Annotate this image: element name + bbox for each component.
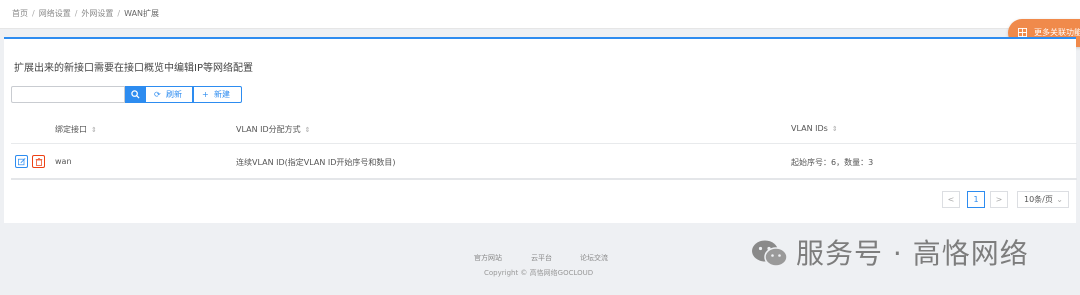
delete-button[interactable] (32, 155, 45, 168)
sort-icon[interactable]: ⇕ (91, 126, 97, 134)
column-header-mode[interactable]: VLAN ID分配方式 ⇕ (236, 124, 311, 135)
column-label: 绑定接口 (55, 125, 87, 134)
trash-icon (35, 158, 43, 166)
wechat-icon (752, 240, 788, 267)
vlan-table: 绑定接口 ⇕ VLAN ID分配方式 ⇕ VLAN IDs ⇕ wan 连续VL… (11, 115, 1077, 180)
table-header: 绑定接口 ⇕ VLAN ID分配方式 ⇕ VLAN IDs ⇕ (11, 115, 1077, 144)
column-header-interface[interactable]: 绑定接口 ⇕ (55, 124, 97, 135)
edit-button[interactable] (15, 155, 28, 168)
breadcrumb-current: WAN扩展 (124, 9, 160, 18)
column-label: VLAN IDs (791, 124, 828, 133)
footer-link-forum[interactable]: 论坛交流 (580, 253, 608, 263)
cell-interface: wan (55, 157, 72, 166)
table-row: wan 连续VLAN ID(指定VLAN ID开始序号和数目) 起始序号：6，数… (11, 144, 1077, 180)
breadcrumb-separator: / (74, 9, 78, 18)
search-input[interactable] (11, 86, 125, 103)
edit-icon (18, 158, 26, 166)
prev-page-button[interactable]: < (942, 191, 960, 208)
refresh-button[interactable]: ⟳ 刷新 (145, 86, 193, 103)
footer-link-official[interactable]: 官方网站 (474, 253, 502, 263)
breadcrumb: 首页 / 网络设置 / 外网设置 / WAN扩展 (12, 8, 159, 19)
column-label: VLAN ID分配方式 (236, 125, 301, 134)
plus-icon: + (202, 90, 209, 99)
refresh-label: 刷新 (166, 90, 182, 99)
refresh-icon: ⟳ (154, 90, 161, 99)
page-size-value: 10条/页 (1024, 195, 1053, 204)
copyright-text: Copyright © 高恪网络GOCLOUD (484, 269, 594, 277)
main-card: 扩展出来的新接口需要在接口概览中编辑IP等网络配置 ⟳ 刷新 + 新建 绑定接口… (4, 37, 1077, 223)
breadcrumb-home[interactable]: 首页 (12, 9, 28, 18)
notice-text: 扩展出来的新接口需要在接口概览中编辑IP等网络配置 (14, 63, 253, 74)
new-label: 新建 (214, 90, 230, 99)
breadcrumb-wan-settings[interactable]: 外网设置 (81, 9, 113, 18)
cell-vlan-ids: 起始序号：6，数量：3 (791, 158, 874, 167)
footer-link-cloud[interactable]: 云平台 (531, 253, 552, 263)
top-bar: 首页 / 网络设置 / 外网设置 / WAN扩展 (0, 0, 1080, 29)
breadcrumb-network-settings[interactable]: 网络设置 (39, 9, 71, 18)
breadcrumb-separator: / (32, 9, 35, 18)
page-size-select[interactable]: 10条/页 ⌄ (1017, 191, 1069, 208)
sort-icon[interactable]: ⇕ (832, 125, 838, 133)
chevron-down-icon: ⌄ (1056, 195, 1063, 204)
watermark-text: 服务号 · 高恪网络 (796, 237, 1029, 270)
grid-icon (1018, 28, 1027, 37)
next-page-button[interactable]: > (990, 191, 1008, 208)
search-button[interactable] (125, 86, 145, 103)
cell-mode: 连续VLAN ID(指定VLAN ID开始序号和数目) (236, 158, 396, 167)
search-icon (131, 90, 140, 99)
page-1-button[interactable]: 1 (967, 191, 985, 208)
column-header-vlan-ids[interactable]: VLAN IDs ⇕ (791, 124, 838, 133)
breadcrumb-separator: / (117, 9, 121, 18)
sort-icon[interactable]: ⇕ (305, 126, 311, 134)
new-button[interactable]: + 新建 (193, 86, 242, 103)
